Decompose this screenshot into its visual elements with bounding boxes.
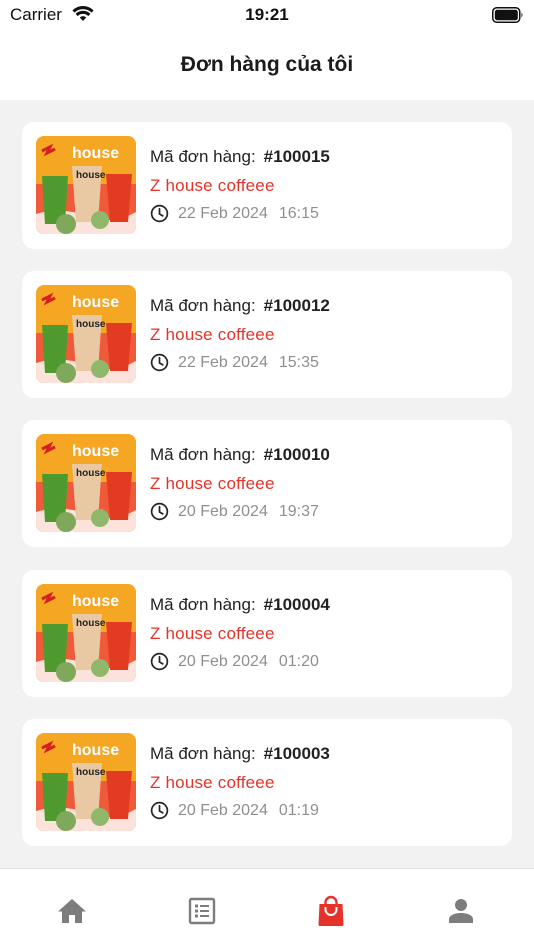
thumbnail-cup-text: house: [76, 468, 106, 479]
order-card[interactable]: house house Mã đơn hàng: #100015 Z house …: [22, 122, 512, 249]
clock-icon: [150, 652, 169, 671]
clock-icon: [150, 353, 169, 372]
tab-my-orders[interactable]: [311, 894, 351, 928]
order-thumbnail: house house: [36, 285, 136, 383]
thumbnail-logo-text: house: [72, 742, 119, 759]
tab-orders-list[interactable]: [182, 894, 222, 928]
order-id: #100010: [263, 445, 330, 464]
order-thumbnail: house house: [36, 136, 136, 234]
order-id-label: Mã đơn hàng:: [150, 744, 256, 763]
bottom-tab-bar: [0, 868, 534, 950]
order-date: 22 Feb 2024: [178, 204, 268, 222]
order-id: #100004: [263, 595, 330, 614]
thumbnail-cup-text: house: [76, 618, 106, 629]
order-card[interactable]: house house Mã đơn hàng: #100004 Z house …: [22, 570, 512, 697]
thumbnail-cup-text: house: [76, 767, 106, 778]
order-thumbnail: house house: [36, 733, 136, 831]
tab-home[interactable]: [52, 894, 92, 928]
home-icon: [58, 899, 86, 923]
thumbnail-cup-text: house: [76, 319, 106, 330]
status-bar: Carrier 19:21: [0, 0, 534, 30]
tab-profile[interactable]: [441, 894, 481, 928]
order-id-label: Mã đơn hàng:: [150, 445, 256, 464]
store-name: Z house coffeee: [150, 624, 275, 643]
store-name: Z house coffeee: [150, 325, 275, 344]
store-name: Z house coffeee: [150, 176, 275, 195]
thumbnail-logo-text: house: [72, 145, 119, 162]
order-thumbnail: house house: [36, 584, 136, 682]
order-card[interactable]: house house Mã đơn hàng: #100003 Z house …: [22, 719, 512, 846]
order-card[interactable]: house house Mã đơn hàng: #100010 Z house …: [22, 420, 512, 547]
shopping-bag-icon: [318, 895, 344, 926]
order-id-label: Mã đơn hàng:: [150, 595, 256, 614]
order-time: 19:37: [278, 502, 319, 520]
orders-list[interactable]: house house Mã đơn hàng: #100015 Z house …: [0, 100, 534, 868]
order-time: 16:15: [278, 204, 319, 222]
order-id: #100003: [263, 744, 330, 763]
battery-icon: [492, 7, 523, 23]
order-id: #100012: [263, 296, 330, 315]
thumbnail-logo-text: house: [72, 443, 119, 460]
page-header: Đơn hàng của tôi: [0, 30, 534, 100]
order-thumbnail: house house: [36, 434, 136, 532]
order-date: 20 Feb 2024: [178, 652, 268, 670]
order-date: 20 Feb 2024: [178, 502, 268, 520]
clock-icon: [150, 502, 169, 521]
order-id-label: Mã đơn hàng:: [150, 296, 256, 315]
order-time: 01:19: [278, 801, 319, 819]
thumbnail-logo-text: house: [72, 593, 119, 610]
order-time: 15:35: [278, 353, 319, 371]
order-id-label: Mã đơn hàng:: [150, 147, 256, 166]
store-name: Z house coffeee: [150, 773, 275, 792]
order-card[interactable]: house house Mã đơn hàng: #100012 Z house …: [22, 271, 512, 398]
clock-icon: [150, 204, 169, 223]
thumbnail-cup-text: house: [76, 170, 106, 181]
list-icon: [188, 897, 216, 925]
page-title: Đơn hàng của tôi: [180, 53, 354, 76]
order-date: 22 Feb 2024: [178, 353, 268, 371]
clock-icon: [150, 801, 169, 820]
store-name: Z house coffeee: [150, 474, 275, 493]
status-time: 19:21: [245, 5, 289, 24]
user-icon: [449, 899, 473, 923]
order-time: 01:20: [278, 652, 319, 670]
order-date: 20 Feb 2024: [178, 801, 268, 819]
order-id: #100015: [263, 147, 330, 166]
thumbnail-logo-text: house: [72, 294, 119, 311]
